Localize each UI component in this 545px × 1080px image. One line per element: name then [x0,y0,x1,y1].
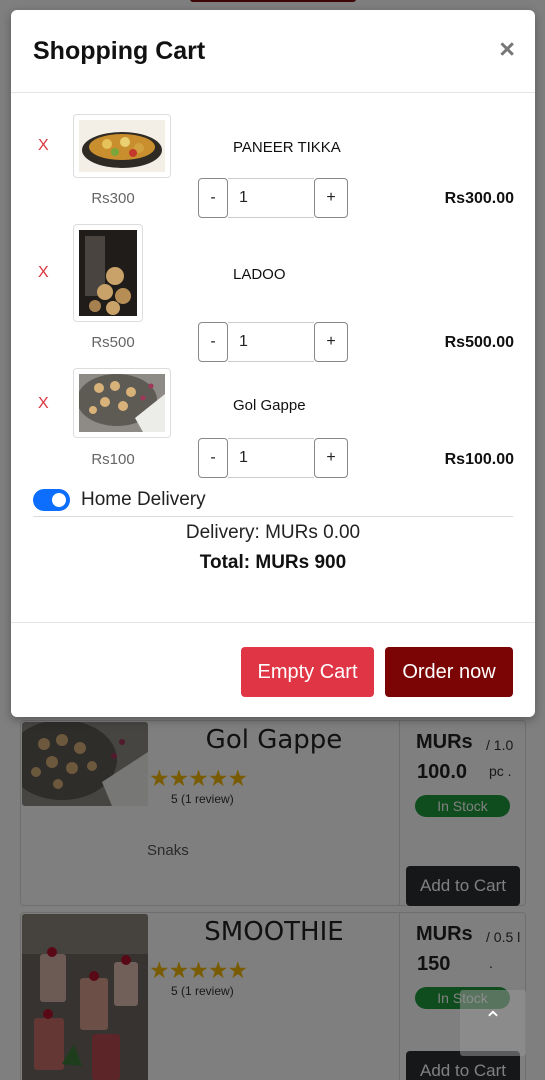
delivery-fee: Delivery: MURs 0.00 [185,522,361,543]
decrease-quantity-button[interactable]: - [198,438,228,478]
scroll-to-top-button[interactable]: ⌃ [460,990,526,1056]
order-now-button[interactable]: Order now [385,647,513,697]
modal-title: Shopping Cart [33,37,206,65]
gol-gappe-image [73,368,171,438]
quantity-stepper: - 1 + [198,438,348,478]
divider [33,516,513,517]
ladoo-image [73,224,143,322]
quantity-input[interactable]: 1 [228,438,314,478]
toggle-knob [52,493,66,507]
shopping-cart-modal: Shopping Cart × X PANEER TIKKA Rs300 - 1… [11,10,535,717]
remove-item-button[interactable]: X [38,137,49,155]
quantity-input[interactable]: 1 [228,178,314,218]
increase-quantity-button[interactable]: + [314,178,348,218]
unit-price: Rs500 [91,334,135,351]
quantity-stepper: - 1 + [198,322,348,362]
decrease-quantity-button[interactable]: - [198,178,228,218]
item-name: Gol Gappe [233,397,306,414]
modal-header: Shopping Cart × [11,10,535,93]
home-delivery-toggle[interactable] [33,489,70,511]
quantity-input[interactable]: 1 [228,322,314,362]
empty-cart-button[interactable]: Empty Cart [241,647,374,697]
quantity-stepper: - 1 + [198,178,348,218]
home-delivery-label: Home Delivery [81,489,206,510]
modal-footer: Empty Cart Order now [11,622,535,717]
chevron-up-icon: ⌃ [483,1007,503,1032]
paneer-tikka-image [73,114,171,178]
line-total: Rs500.00 [444,334,514,351]
unit-price: Rs300 [91,190,135,207]
remove-item-button[interactable]: X [38,395,49,413]
cart-total: Total: MURs 900 [199,552,347,573]
remove-item-button[interactable]: X [38,264,49,282]
increase-quantity-button[interactable]: + [314,438,348,478]
close-icon[interactable]: × [499,34,515,65]
item-name: LADOO [233,266,286,283]
line-total: Rs300.00 [444,190,514,207]
increase-quantity-button[interactable]: + [314,322,348,362]
item-name: PANEER TIKKA [233,139,341,156]
line-total: Rs100.00 [444,451,514,468]
decrease-quantity-button[interactable]: - [198,322,228,362]
unit-price: Rs100 [91,451,135,468]
